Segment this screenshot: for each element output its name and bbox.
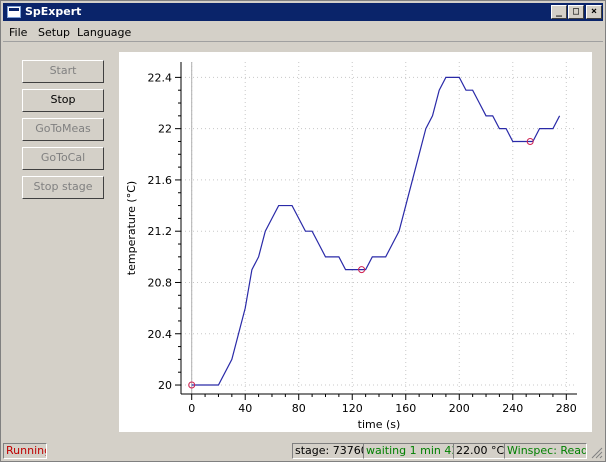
minimize-button[interactable]: _	[551, 5, 567, 19]
temperature-chart: 0 40 80 120 160 200 240 280 20 20.4 20.8 21.2 21.6 22…	[125, 62, 577, 431]
status-waiting: waiting 1 min 43 s	[363, 443, 454, 459]
status-stage: stage: 73760	[292, 443, 364, 459]
x-tick-label: 200	[449, 402, 470, 415]
x-axis-label: time (s)	[358, 418, 401, 431]
status-bar: Running stage: 73760 waiting 1 min 43 s …	[3, 443, 603, 459]
go-to-meas-button[interactable]: GoToMeas	[22, 118, 104, 141]
temperature-plot: 0 40 80 120 160 200 240 280 20 20.4 20.8 21.2 21.6 22…	[119, 52, 592, 432]
x-tick-label: 0	[188, 402, 195, 415]
start-button[interactable]: Start	[22, 60, 104, 83]
stop-button[interactable]: Stop	[22, 89, 104, 112]
resize-grip-icon[interactable]	[591, 447, 603, 459]
stop-stage-button[interactable]: Stop stage	[22, 176, 104, 199]
x-tick-label: 40	[238, 402, 252, 415]
y-tick-label: 22.4	[148, 71, 173, 84]
y-tick-label: 21.6	[148, 174, 173, 187]
menu-language[interactable]: Language	[77, 26, 131, 39]
title-bar[interactable]: SpExpert _ □ ×	[3, 3, 603, 21]
y-axis-label: temperature (°C)	[125, 181, 138, 275]
go-to-cal-button[interactable]: GoToCal	[22, 147, 104, 170]
y-tick-label: 20	[158, 379, 172, 392]
x-tick-label: 160	[395, 402, 416, 415]
x-tick-label: 280	[556, 402, 577, 415]
close-button[interactable]: ×	[586, 5, 602, 19]
y-tick-label: 22	[158, 123, 172, 136]
status-winspec: Winspec: Ready	[504, 443, 587, 459]
menu-setup[interactable]: Setup	[38, 26, 70, 39]
menu-file[interactable]: File	[9, 26, 27, 39]
app-icon	[7, 6, 21, 18]
maximize-button[interactable]: □	[568, 5, 584, 19]
status-temperature: 22.00 °C	[453, 443, 505, 459]
menu-bar: File Setup Language	[3, 23, 603, 42]
x-tick-label: 80	[292, 402, 306, 415]
y-tick-label: 20.4	[148, 328, 173, 341]
status-running: Running	[3, 443, 47, 459]
y-tick-label: 20.8	[148, 276, 173, 289]
x-tick-label: 120	[342, 402, 363, 415]
y-tick-label: 21.2	[148, 225, 173, 238]
x-tick-label: 240	[502, 402, 523, 415]
window-title: SpExpert	[25, 5, 82, 18]
series-line	[191, 76, 561, 386]
app-window: SpExpert _ □ × File Setup Language Start…	[0, 0, 606, 462]
